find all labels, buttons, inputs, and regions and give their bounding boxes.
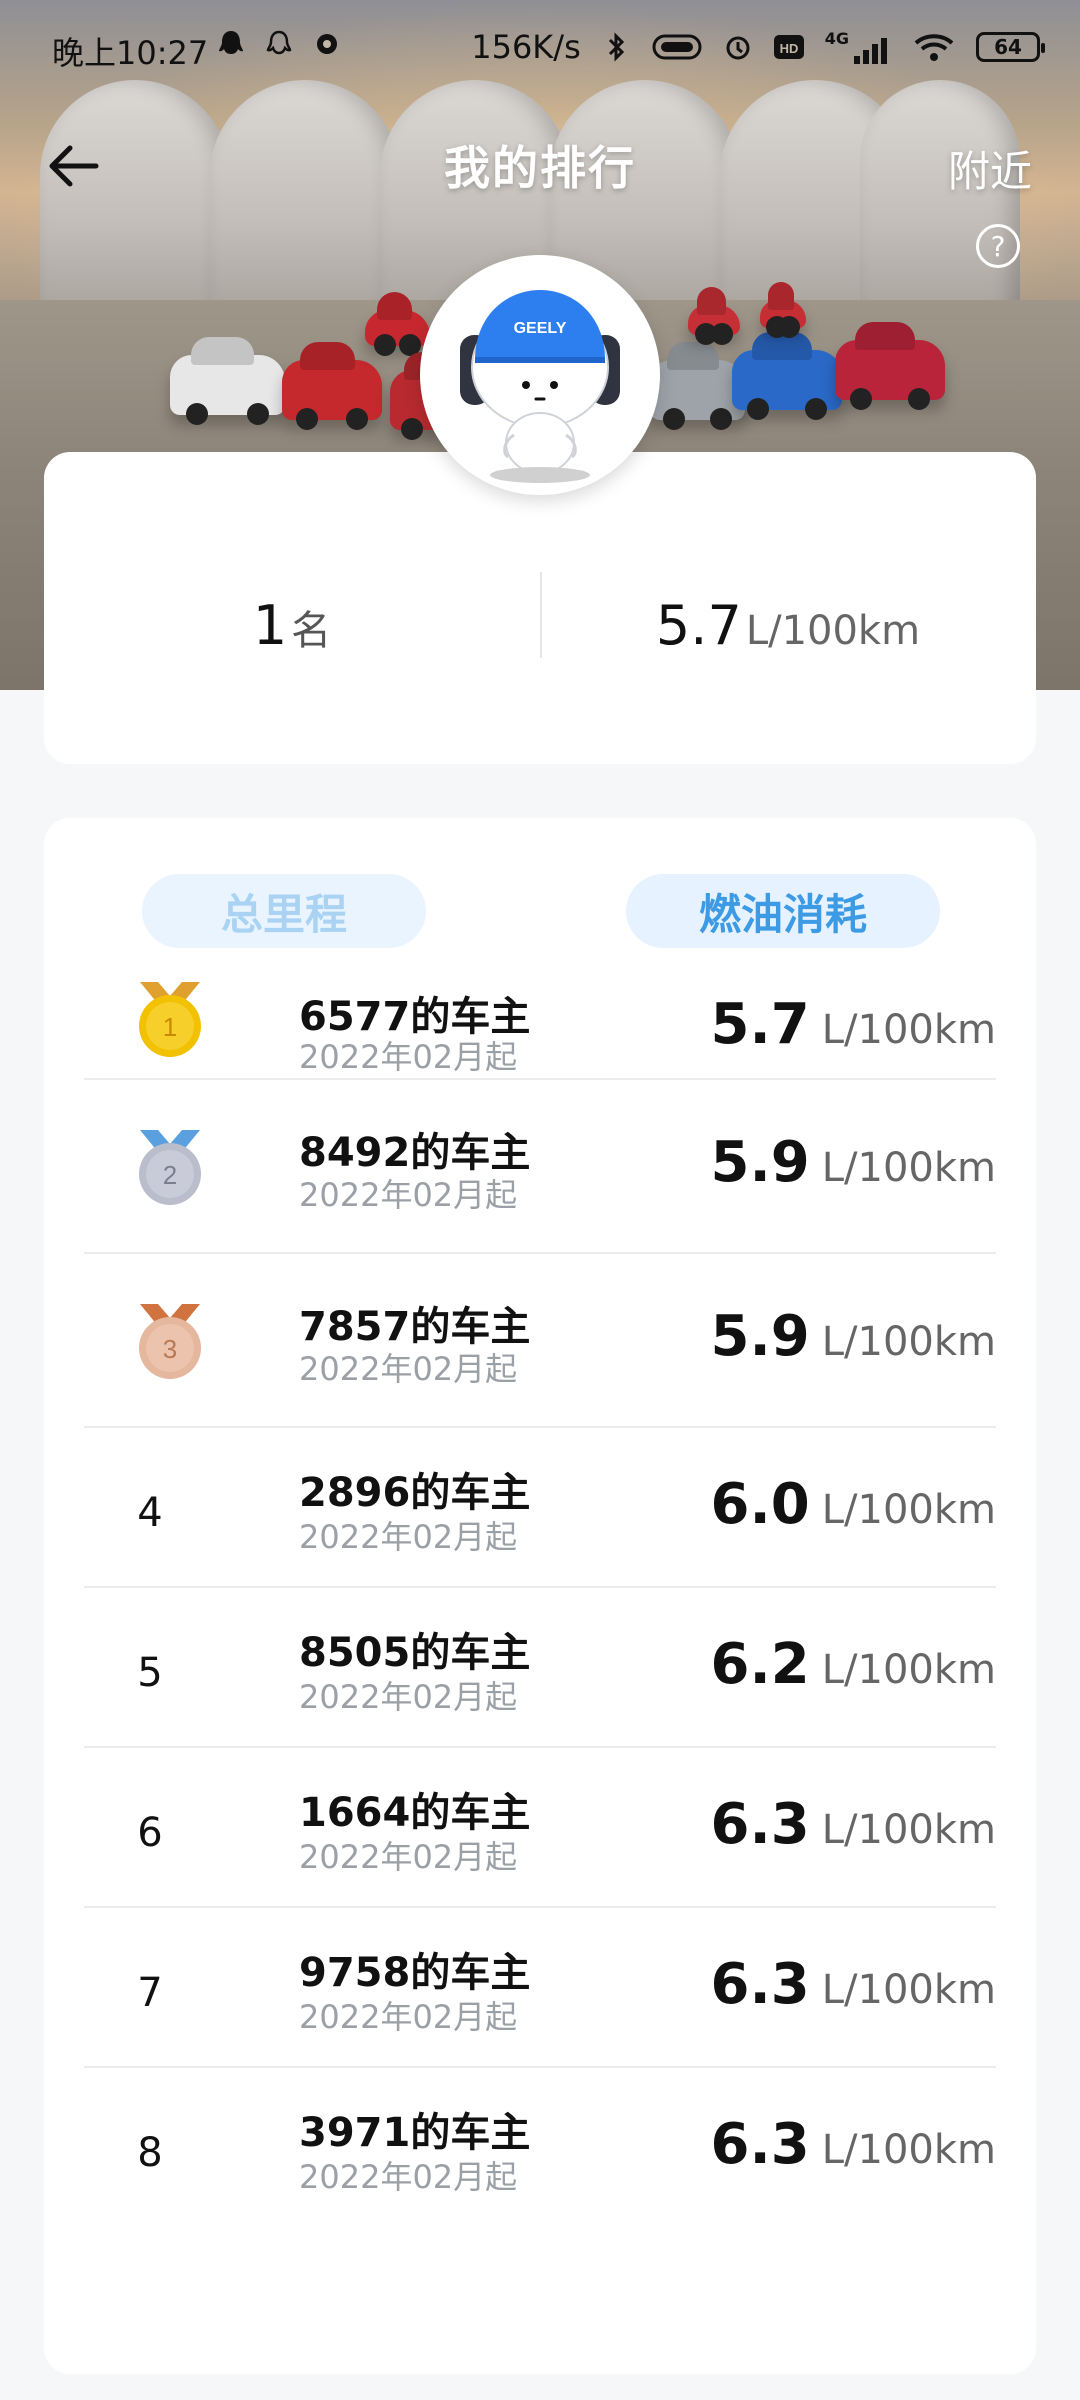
gold-medal-icon: 1 bbox=[139, 982, 201, 1057]
fuel-number: 6.3 bbox=[710, 1952, 810, 2017]
status-notification-icons bbox=[216, 28, 342, 60]
signal-icon bbox=[854, 37, 887, 64]
list-item[interactable]: 8 3971的车主 2022年02月起 6.3 L/100km bbox=[84, 2068, 996, 2228]
gear-icon bbox=[317, 34, 337, 54]
fuel-unit: L/100km bbox=[821, 1647, 996, 1693]
svg-text:HD: HD bbox=[779, 41, 798, 56]
rank-number: 4 bbox=[137, 1490, 163, 1536]
svg-text:2: 2 bbox=[163, 1160, 177, 1190]
fuel-number: 6.3 bbox=[710, 1792, 810, 1857]
tab-total-mileage[interactable]: 总里程 bbox=[142, 874, 426, 948]
fuel-value: 6.3 L/100km bbox=[711, 1792, 996, 1857]
my-rank: 1名 bbox=[44, 594, 540, 657]
fuel-value: 5.9 L/100km bbox=[711, 1130, 996, 1195]
ranking-card: 总里程 燃油消耗 1 6577的车主 2022年02月起 5.7 L/100km … bbox=[44, 818, 1036, 2374]
fuel-number: 5.9 bbox=[710, 1130, 810, 1195]
since-date: 2022年02月起 bbox=[299, 1838, 518, 1876]
since-date: 2022年02月起 bbox=[299, 1176, 518, 1214]
car-red bbox=[282, 360, 382, 430]
fuel-number: 6.0 bbox=[710, 1472, 810, 1537]
my-rank-value: 1 bbox=[252, 594, 288, 657]
status-time: 晚上10:27 bbox=[52, 34, 209, 72]
owner-name: 1664的车主 bbox=[299, 1790, 531, 1836]
since-date: 2022年02月起 bbox=[299, 1998, 518, 2036]
owner-name: 2896的车主 bbox=[299, 1470, 531, 1516]
since-date: 2022年02月起 bbox=[299, 1038, 518, 1076]
owner-name: 9758的车主 bbox=[299, 1950, 531, 1996]
fuel-unit: L/100km bbox=[821, 1319, 996, 1365]
my-fuel-unit: L/100km bbox=[745, 608, 921, 654]
fuel-unit: L/100km bbox=[821, 1007, 996, 1053]
fuel-number: 6.2 bbox=[710, 1632, 810, 1697]
fuel-value: 5.7 L/100km bbox=[711, 992, 996, 1057]
fuel-number: 5.7 bbox=[710, 992, 810, 1057]
network-type: 4G bbox=[825, 29, 892, 66]
qq-icon bbox=[219, 31, 243, 54]
net-speed: 156K/s bbox=[471, 28, 581, 66]
fuel-value: 6.3 L/100km bbox=[711, 1952, 996, 2017]
fuel-value: 5.9 L/100km bbox=[711, 1304, 996, 1369]
bluetooth-icon bbox=[608, 32, 624, 62]
since-date: 2022年02月起 bbox=[299, 1678, 518, 1716]
fuel-value: 6.2 L/100km bbox=[711, 1632, 996, 1697]
fuel-value: 6.0 L/100km bbox=[711, 1472, 996, 1537]
since-date: 2022年02月起 bbox=[299, 2158, 518, 2196]
car-red bbox=[365, 310, 430, 356]
fuel-unit: L/100km bbox=[821, 1487, 996, 1533]
car-silver bbox=[650, 360, 745, 430]
page-title: 我的排行 bbox=[444, 141, 636, 195]
tab-fuel-consumption[interactable]: 燃油消耗 bbox=[626, 874, 940, 948]
since-date: 2022年02月起 bbox=[299, 1350, 518, 1388]
nearby-button[interactable]: 附近 bbox=[948, 138, 1032, 199]
owner-name: 3971的车主 bbox=[299, 2110, 531, 2156]
car-white bbox=[170, 355, 285, 425]
list-item[interactable]: 6 1664的车主 2022年02月起 6.3 L/100km bbox=[84, 1748, 996, 1908]
svg-text:1: 1 bbox=[163, 1012, 177, 1042]
mascot-icon: GEELY bbox=[460, 290, 620, 483]
car-red bbox=[760, 300, 806, 338]
fuel-unit: L/100km bbox=[821, 1807, 996, 1853]
since-date: 2022年02月起 bbox=[299, 1518, 518, 1556]
list-item[interactable]: 5 8505的车主 2022年02月起 6.2 L/100km bbox=[84, 1588, 996, 1748]
bronze-medal-icon: 3 bbox=[139, 1304, 201, 1379]
summary-card: 1名 5.7 L/100km bbox=[44, 452, 1036, 764]
fuel-unit: L/100km bbox=[821, 1145, 996, 1191]
car-red bbox=[688, 305, 740, 345]
wifi-icon bbox=[914, 34, 954, 61]
svg-text:3: 3 bbox=[163, 1334, 177, 1364]
rank-number: 5 bbox=[137, 1650, 163, 1696]
car-blue bbox=[732, 350, 842, 420]
avatar[interactable]: GEELY bbox=[420, 255, 660, 495]
silver-medal-icon: 2 bbox=[139, 1130, 201, 1205]
alarm-icon bbox=[726, 36, 750, 60]
list-item[interactable]: 2 8492的车主 2022年02月起 5.9 L/100km bbox=[84, 1080, 996, 1254]
headset-battery-icon bbox=[652, 34, 702, 60]
rank-number: 7 bbox=[137, 1970, 163, 2016]
status-system-icons: 156K/s HD 4G 64 bbox=[471, 28, 1045, 66]
list-item[interactable]: 3 7857的车主 2022年02月起 5.9 L/100km bbox=[84, 1254, 996, 1428]
rank-number: 6 bbox=[137, 1810, 163, 1856]
list-item[interactable]: 7 9758的车主 2022年02月起 6.3 L/100km bbox=[84, 1908, 996, 2068]
rank-number: 8 bbox=[137, 2130, 163, 2176]
my-fuel-value: 5.7 bbox=[655, 594, 742, 657]
battery-icon: 64 bbox=[976, 32, 1045, 62]
list-item[interactable]: 1 6577的车主 2022年02月起 5.7 L/100km bbox=[84, 964, 996, 1080]
cap-logo-text: GEELY bbox=[514, 320, 567, 337]
help-icon[interactable]: ? bbox=[976, 224, 1020, 268]
status-bar: 晚上10:27 156K/s HD 4G 64 bbox=[0, 0, 1080, 96]
my-fuel-consumption: 5.7 L/100km bbox=[540, 594, 1036, 657]
fuel-number: 6.3 bbox=[710, 2112, 810, 2177]
fuel-unit: L/100km bbox=[821, 1967, 996, 2013]
fuel-value: 6.3 L/100km bbox=[711, 2112, 996, 2177]
my-rank-unit: 名 bbox=[291, 608, 332, 654]
qq-outline-icon bbox=[266, 30, 292, 55]
fuel-number: 5.9 bbox=[710, 1304, 810, 1369]
list-item[interactable]: 4 2896的车主 2022年02月起 6.0 L/100km bbox=[84, 1428, 996, 1588]
fuel-unit: L/100km bbox=[821, 2127, 996, 2173]
car-red bbox=[835, 340, 945, 410]
owner-name: 8505的车主 bbox=[299, 1630, 531, 1676]
hd-icon: HD bbox=[773, 35, 804, 59]
